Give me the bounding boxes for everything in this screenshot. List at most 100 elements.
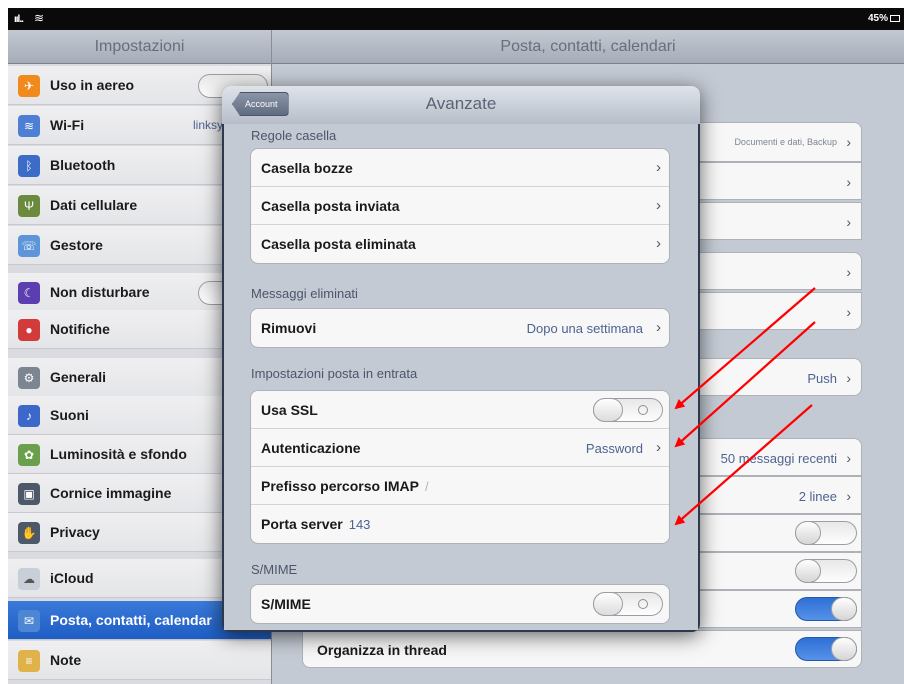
row-label: Prefisso percorso IMAP / xyxy=(261,478,429,494)
sidebar-title: Impostazioni xyxy=(8,30,271,64)
sidebar-item-label: Notifiche xyxy=(50,321,110,337)
hand-icon: ✋ xyxy=(18,522,40,544)
gear-icon: ⚙ xyxy=(18,367,40,389)
battery-indicator: 45% xyxy=(868,13,900,24)
chevron-right-icon: › xyxy=(846,304,851,320)
smime-row: S/MIME xyxy=(251,585,669,623)
row-label: Rimuovi xyxy=(261,320,317,336)
chevron-right-icon: › xyxy=(656,197,661,214)
authentication-value: Password xyxy=(585,441,643,456)
use-ssl-toggle[interactable] xyxy=(593,398,663,422)
sidebar-item-label: Gestore xyxy=(50,237,103,253)
setting-toggle[interactable] xyxy=(795,559,857,583)
bluetooth-icon: ᛒ xyxy=(18,155,40,177)
deleted-mailbox-row[interactable]: Casella posta eliminata › xyxy=(251,225,669,263)
sidebar-item-notes[interactable]: ≡ Note xyxy=(8,641,271,680)
sidebar-item-label: Note xyxy=(50,652,82,668)
chevron-right-icon: › xyxy=(846,370,851,386)
main-title: Posta, contatti, calendari xyxy=(272,30,904,64)
chevron-right-icon: › xyxy=(846,264,851,280)
wifi-network-value: linksy xyxy=(193,118,224,132)
wifi-icon: ≋ xyxy=(18,115,40,137)
organize-thread-row: Organizza in thread xyxy=(302,630,862,668)
incoming-settings-group: Usa SSL Autenticazione Password › Prefis… xyxy=(250,390,670,544)
row-label: Porta server 143 xyxy=(261,516,370,532)
row-label: Casella posta eliminata xyxy=(261,236,416,252)
sidebar-item-label: Privacy xyxy=(50,524,100,540)
row-label: Usa SSL xyxy=(261,402,318,418)
row-label: Casella posta inviata xyxy=(261,198,400,214)
fetch-value: Push xyxy=(807,371,837,386)
sidebar-item-label: iCloud xyxy=(50,570,94,586)
signal-indicator: ııl.. xyxy=(14,14,24,25)
section-title-incoming: Impostazioni posta in entrata xyxy=(251,366,418,381)
chevron-right-icon: › xyxy=(846,214,851,230)
notification-icon: ● xyxy=(18,319,40,341)
remove-row[interactable]: Rimuovi Dopo una settimana › xyxy=(251,309,669,347)
setting-toggle-on[interactable] xyxy=(795,597,857,621)
imap-prefix-input[interactable]: / xyxy=(425,479,429,494)
moon-icon: ☾ xyxy=(18,282,40,304)
sidebar-item-label: Cornice immagine xyxy=(50,485,172,501)
flower-icon: ✿ xyxy=(18,444,40,466)
sidebar-item-label: Luminosità e sfondo xyxy=(50,446,187,462)
organize-thread-toggle[interactable] xyxy=(795,637,857,661)
chevron-right-icon: › xyxy=(656,159,661,176)
row-label: Casella bozze xyxy=(261,160,353,176)
advanced-popover: Account Avanzate Regole casella Casella … xyxy=(222,86,700,632)
popover-title: Avanzate xyxy=(425,94,497,113)
deleted-messages-group: Rimuovi Dopo una settimana › xyxy=(250,308,670,348)
sidebar-item-label: Wi-Fi xyxy=(50,117,85,133)
antenna-icon: Ψ xyxy=(18,195,40,217)
popover-body: Regole casella Casella bozze › Casella p… xyxy=(224,124,698,630)
server-port-label: Porta server xyxy=(261,516,343,532)
popover-header: Account Avanzate xyxy=(222,86,700,124)
chevron-right-icon: › xyxy=(656,235,661,252)
show-value: 50 messaggi recenti xyxy=(720,451,837,466)
sidebar-item-label: Dati cellulare xyxy=(50,197,138,213)
sent-mailbox-row[interactable]: Casella posta inviata › xyxy=(251,187,669,225)
chevron-right-icon: › xyxy=(846,450,851,466)
section-title-deleted: Messaggi eliminati xyxy=(251,286,358,301)
smime-group: S/MIME xyxy=(250,584,670,624)
authentication-row[interactable]: Autenticazione Password › xyxy=(251,429,669,467)
chevron-right-icon: › xyxy=(656,439,661,456)
sidebar-item-label: Generali xyxy=(50,369,107,385)
use-ssl-row: Usa SSL xyxy=(251,391,669,429)
mailbox-group: Casella bozze › Casella posta inviata › … xyxy=(250,148,670,264)
notes-icon: ≡ xyxy=(18,650,40,672)
account-detail-value: Documenti e dati, Backup xyxy=(734,137,837,147)
sidebar-item-label: Suoni xyxy=(50,407,89,423)
section-title-smime: S/MIME xyxy=(251,562,298,577)
preview-value: 2 linee xyxy=(798,489,837,504)
phone-icon: ☏ xyxy=(18,235,40,257)
sidebar-item-label: Posta, contatti, calendar xyxy=(50,612,212,628)
sidebar-item-label: Bluetooth xyxy=(50,157,116,173)
server-port-row[interactable]: Porta server 143 xyxy=(251,505,669,543)
status-bar: ııl.. ≋ 45% xyxy=(8,8,904,30)
imap-prefix-label: Prefisso percorso IMAP xyxy=(261,478,419,494)
chevron-right-icon: › xyxy=(656,319,661,336)
imap-path-prefix-row[interactable]: Prefisso percorso IMAP / xyxy=(251,467,669,505)
sidebar-item-label: Uso in aereo xyxy=(50,77,135,93)
battery-icon xyxy=(890,15,900,22)
chevron-right-icon: › xyxy=(846,488,851,504)
wifi-icon: ≋ xyxy=(34,11,45,25)
speaker-icon: ♪ xyxy=(18,405,40,427)
server-port-input[interactable]: 143 xyxy=(349,517,371,532)
chevron-right-icon: › xyxy=(846,174,851,190)
setting-toggle[interactable] xyxy=(795,521,857,545)
smime-toggle[interactable] xyxy=(593,592,663,616)
mail-icon: ✉ xyxy=(18,610,40,632)
row-label: S/MIME xyxy=(261,596,311,612)
row-label: Autenticazione xyxy=(261,440,361,456)
cloud-icon: ☁ xyxy=(18,568,40,590)
section-title-mailbox: Regole casella xyxy=(251,128,337,143)
airplane-icon: ✈ xyxy=(18,75,40,97)
organize-thread-label: Organizza in thread xyxy=(317,642,447,658)
drafts-mailbox-row[interactable]: Casella bozze › xyxy=(251,149,669,187)
frame-icon: ▣ xyxy=(18,483,40,505)
chevron-right-icon: › xyxy=(846,134,851,150)
remove-value: Dopo una settimana xyxy=(526,321,643,336)
sidebar-item-label: Non disturbare xyxy=(50,284,150,300)
